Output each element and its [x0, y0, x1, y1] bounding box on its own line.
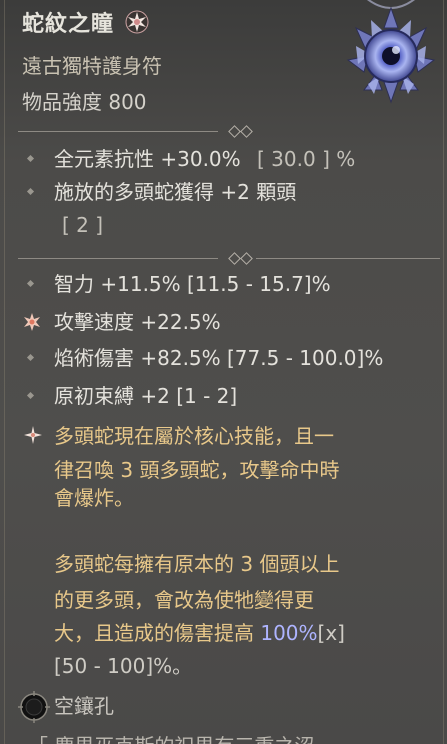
flavor-text: 「 塵界巫克斯的祝界有三重之涩 — [28, 730, 314, 744]
implicit-stat: 全元素抗性 +30.0% [ 30.0 ] % — [22, 143, 442, 175]
diamond-bullet-icon — [26, 391, 35, 400]
affix-text: 攻擊速度 +22.5% — [54, 310, 221, 334]
affix-pyromancy-damage: 焰術傷害 +82.5% [77.5 - 100.0]% — [22, 342, 442, 374]
amulet-image-icon — [346, 0, 436, 104]
section-divider — [18, 125, 440, 138]
aspect-line: 多頭蛇現在屬於核心技能，且一 — [54, 424, 334, 448]
item-name: 蛇紋之瞳 — [22, 12, 115, 37]
item-name-row: 蛇紋之瞳 — [22, 6, 150, 38]
affix-attack-speed: 攻擊速度 +22.5% — [22, 306, 442, 338]
frame-border-left — [4, 0, 5, 744]
implicit-stat-range: [ 30.0 ] % — [257, 147, 356, 171]
implicit-stat: 施放的多頭蛇獲得 +2 顆頭 — [22, 176, 442, 208]
affix-text: 智力 +11.5% [11.5 - 15.7]% — [54, 272, 331, 296]
unique-emblem-icon — [125, 10, 149, 34]
aspect-range: [50 - 100]%。 — [54, 654, 193, 678]
item-type: 遠古獨特護身符 — [22, 54, 162, 78]
diamond-bullet-icon — [26, 154, 35, 163]
aspect-text: 大，且造成的傷害提高 — [54, 621, 261, 645]
affix-text: 焰術傷害 +82.5% [77.5 - 100.0]% — [54, 346, 384, 370]
diamond-bullet-icon — [26, 353, 35, 362]
implicit-stat-range: [ 2 ] — [62, 213, 104, 237]
aspect-multiplier-tag: [x] — [317, 621, 345, 645]
item-tooltip: 蛇紋之瞳 遠古獨特護身符 物品強度 800 全元素抗性 +30.0% [30.… — [0, 0, 447, 744]
item-power: 物品強度 800 — [22, 90, 147, 114]
frame-border-right — [443, 0, 444, 744]
implicit-stat-text: 全元素抗性 +30.0% — [54, 147, 241, 171]
section-divider — [18, 252, 440, 265]
empty-socket-icon — [18, 691, 50, 723]
affix-primordial-binding: 原初束縛 +2 [1 - 2] — [22, 380, 442, 412]
implicit-stat-text: 施放的多頭蛇獲得 +2 顆頭 — [54, 180, 297, 204]
diamond-bullet-icon — [26, 187, 35, 196]
socket-label: 空鑲孔 — [54, 694, 114, 718]
aspect-damage-value: 100% — [260, 621, 318, 645]
greater-affix-star-icon — [24, 313, 40, 331]
affix-intelligence: 智力 +11.5% [11.5 - 15.7]% — [22, 268, 442, 300]
aspect-line: 的更多頭，會改為使牠變得更 — [54, 588, 314, 612]
aspect-line: 會爆炸。 — [54, 486, 134, 510]
aspect-line-damage: 大，且造成的傷害提高 100%[x] — [54, 617, 345, 650]
aspect-line: 多頭蛇每擁有原本的 3 個頭以上 — [54, 552, 340, 576]
affix-text: 原初束縛 +2 [1 - 2] — [54, 384, 238, 408]
diamond-bullet-icon — [26, 279, 35, 288]
unique-power-star-icon — [24, 426, 42, 444]
